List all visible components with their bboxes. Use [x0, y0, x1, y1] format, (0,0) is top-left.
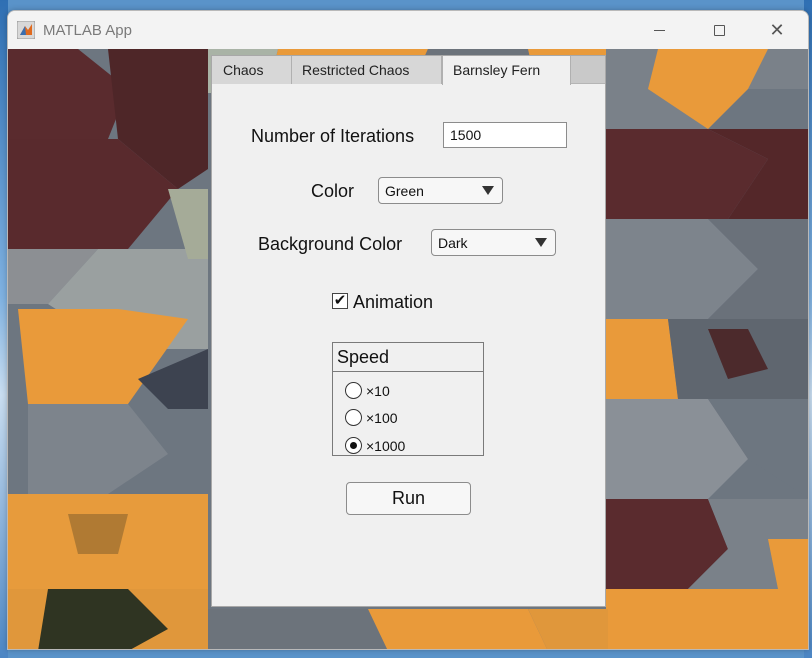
tab-strip: Chaos Restricted Chaos Barnsley Fern — [212, 56, 605, 85]
app-window: MATLAB App ✕ Chaos Restricted Chaos Barn… — [7, 10, 809, 650]
radio-button[interactable] — [345, 382, 362, 399]
background-color-dropdown-value: Dark — [438, 235, 468, 251]
background-color-dropdown[interactable]: Dark — [431, 229, 556, 256]
radio-label: ×1000 — [366, 438, 406, 454]
close-button[interactable]: ✕ — [748, 11, 806, 49]
speed-button-group: Speed ×10 ×100 ×1000 — [332, 342, 484, 456]
speed-group-title: Speed — [333, 343, 483, 372]
background-color-label: Background Color — [258, 234, 403, 254]
animation-label: Animation — [353, 292, 434, 312]
tab-restricted-chaos[interactable]: Restricted Chaos — [292, 56, 442, 84]
dropdown-arrow-icon — [482, 186, 494, 195]
tab-barnsley-fern[interactable]: Barnsley Fern — [442, 56, 571, 85]
minimize-button[interactable] — [630, 11, 688, 49]
tab-chaos[interactable]: Chaos — [212, 56, 292, 84]
close-icon: ✕ — [769, 20, 785, 40]
run-button[interactable]: Run — [346, 482, 471, 515]
animation-checkbox[interactable]: ✔ — [332, 293, 348, 309]
radio-button[interactable] — [345, 409, 362, 426]
radio-label: ×100 — [366, 410, 398, 426]
tab-group-panel: Chaos Restricted Chaos Barnsley Fern Num… — [211, 55, 606, 607]
dropdown-arrow-icon — [535, 238, 547, 247]
minimize-icon — [653, 29, 665, 31]
color-dropdown[interactable]: Green — [378, 177, 503, 204]
maximize-button[interactable] — [690, 11, 748, 49]
iterations-field[interactable]: 1500 — [443, 122, 567, 148]
title-bar[interactable]: MATLAB App ✕ — [8, 11, 808, 49]
window-title: MATLAB App — [43, 22, 132, 39]
radio-dot-icon — [350, 442, 357, 449]
color-dropdown-value: Green — [385, 183, 424, 199]
matlab-logo-icon — [17, 21, 35, 39]
maximize-icon — [713, 24, 725, 36]
radio-button-selected[interactable] — [345, 437, 362, 454]
radio-label: ×10 — [366, 383, 390, 399]
color-label: Color — [311, 181, 355, 201]
iterations-label: Number of Iterations — [251, 126, 415, 146]
